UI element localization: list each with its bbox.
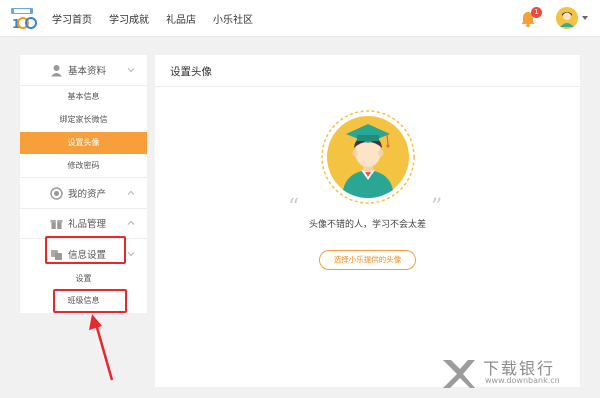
gift-icon xyxy=(50,219,63,229)
sidebar-section-label: 我的资产 xyxy=(68,189,107,200)
chevron-up-icon xyxy=(127,190,135,195)
nav-item-home[interactable]: 学习首页 xyxy=(52,11,92,26)
sidebar-item-basic-info[interactable]: 基本信息 xyxy=(20,86,147,108)
sidebar-item-bind-parent-wechat[interactable]: 绑定家长微信 xyxy=(20,109,147,131)
sidebar-section-label: 礼品管理 xyxy=(68,219,107,230)
sidebar: 基本资料 基本信息 绑定家长微信 设置头像 修改密码 我的资产 礼品管理 信息设… xyxy=(20,55,147,313)
watermark-url: www.downbank.cn xyxy=(485,376,560,385)
chevron-up-icon xyxy=(127,220,135,225)
nav-item-community[interactable]: 小乐社区 xyxy=(213,11,253,26)
chevron-down-icon[interactable] xyxy=(582,16,588,20)
arrow-annotation-icon xyxy=(89,314,114,381)
chevron-down-icon xyxy=(127,68,135,73)
top-bar: 1 学习首页 学习成就 礼品店 小乐社区 1 xyxy=(0,0,600,37)
notification-badge: 1 xyxy=(531,7,542,18)
logo-icon[interactable]: 1 xyxy=(8,6,38,32)
avatar-slogan: 头像不错的人，学习不会太差 xyxy=(308,220,426,230)
nav-item-achievements[interactable]: 学习成就 xyxy=(109,11,149,26)
main-panel: 设置头像 “ ” 头像不错的人，学习不会太差 选择小乐提供的头像 xyxy=(155,55,580,387)
sidebar-item-set-avatar[interactable]: 设置头像 xyxy=(20,132,147,154)
main-nav: 学习首页 学习成就 礼品店 小乐社区 xyxy=(52,0,270,36)
sidebar-section-basic-info[interactable]: 基本资料 xyxy=(20,55,147,86)
highlight-box-info-settings xyxy=(45,236,126,264)
user-avatar-icon xyxy=(556,7,578,29)
sidebar-section-my-assets[interactable]: 我的资产 xyxy=(20,177,147,209)
sidebar-section-gift-management[interactable]: 礼品管理 xyxy=(20,208,147,239)
coin-icon xyxy=(50,186,63,200)
choose-avatar-button[interactable]: 选择小乐提供的头像 xyxy=(319,250,416,270)
graduate-avatar-icon xyxy=(321,110,415,204)
watermark-logo-icon xyxy=(443,360,475,388)
user-icon xyxy=(51,64,62,76)
chevron-down-icon xyxy=(127,252,135,257)
nav-item-gift-shop[interactable]: 礼品店 xyxy=(166,11,196,26)
page-title: 设置头像 xyxy=(170,66,212,78)
sidebar-section-label: 基本资料 xyxy=(68,66,107,77)
sidebar-item-settings[interactable]: 设置 xyxy=(20,268,147,290)
panel-header: 设置头像 xyxy=(155,55,580,87)
sidebar-item-change-password[interactable]: 修改密码 xyxy=(20,155,147,177)
avatar[interactable] xyxy=(556,7,578,29)
